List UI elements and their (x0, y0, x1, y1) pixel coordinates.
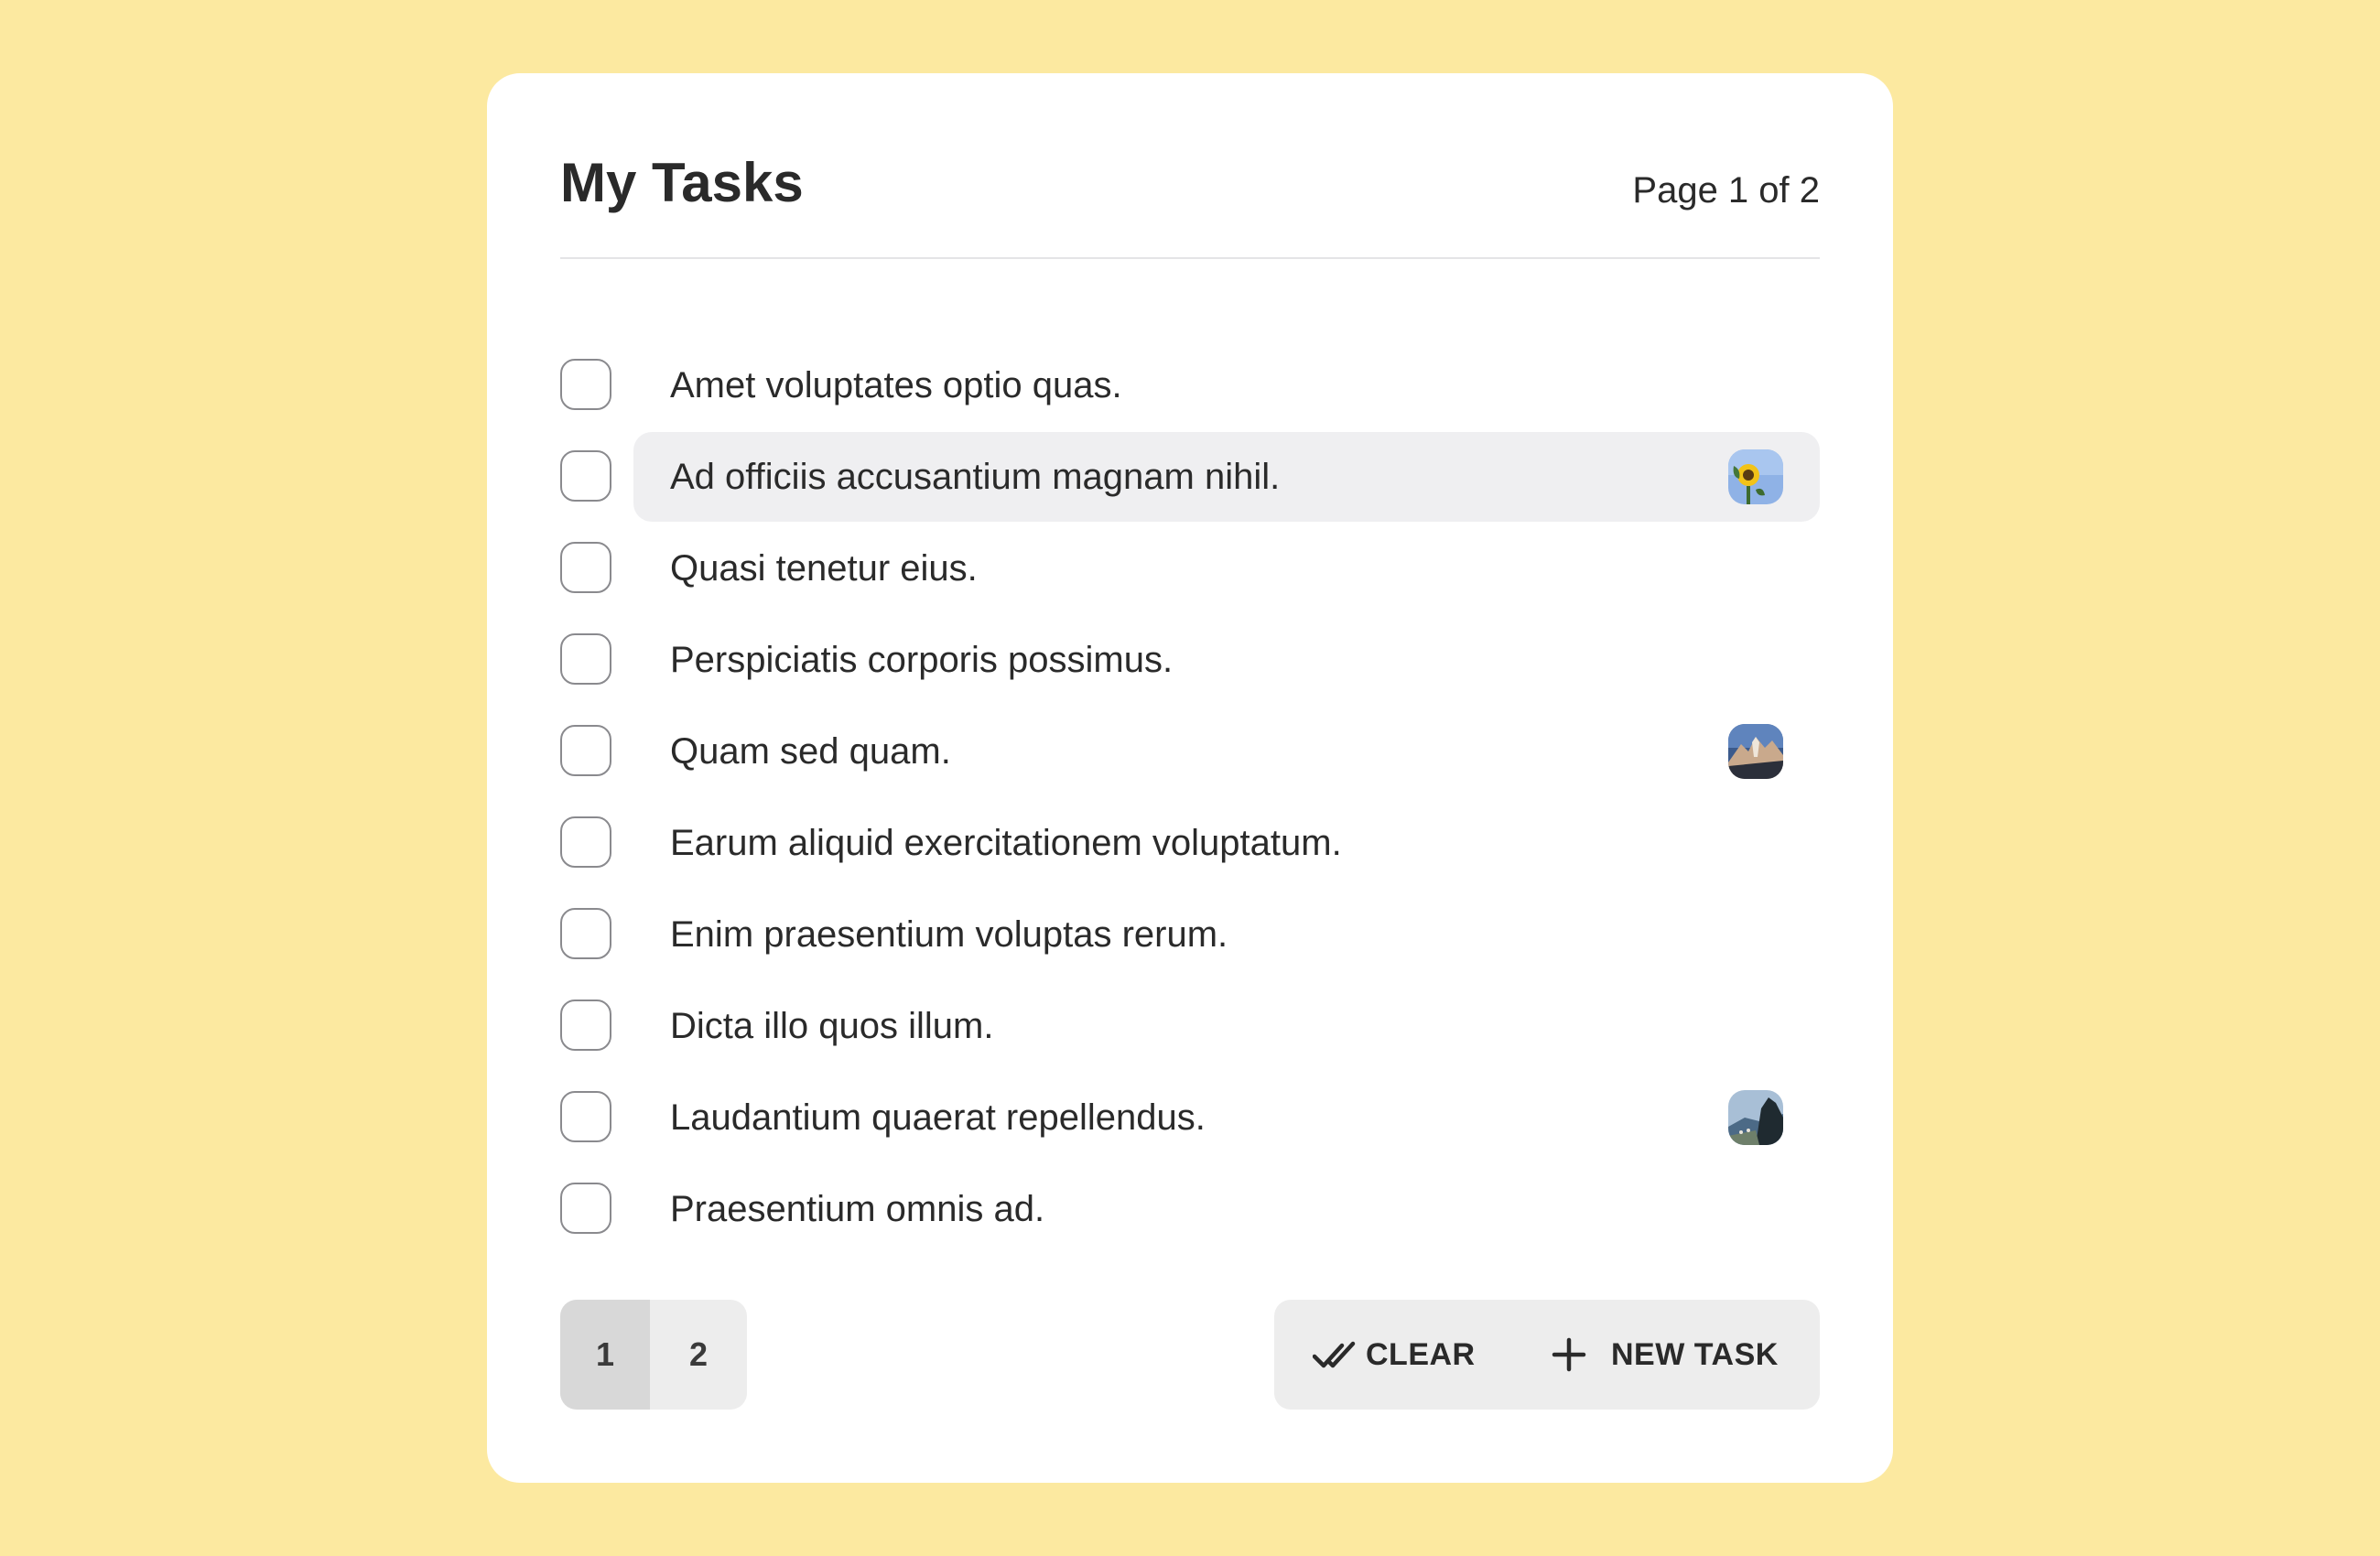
task-item[interactable]: Quam sed quam. (633, 707, 1820, 796)
task-row: Quasi tenetur eius. (560, 524, 1820, 615)
task-checkbox[interactable] (560, 816, 611, 868)
plus-icon (1551, 1336, 1587, 1373)
task-row: Quam sed quam. (560, 707, 1820, 798)
new-task-button[interactable]: NEW TASK (1551, 1300, 1798, 1410)
task-item[interactable]: Ad officiis accusantium magnam nihil. (633, 432, 1820, 522)
task-checkbox[interactable] (560, 1091, 611, 1142)
task-item[interactable]: Quasi tenetur eius. (633, 524, 1820, 613)
task-label: Praesentium omnis ad. (670, 1189, 1045, 1229)
task-row: Perspiciatis corporis possimus. (560, 615, 1820, 707)
task-checkbox[interactable] (560, 908, 611, 959)
task-item[interactable]: Earum aliquid exercitationem voluptatum. (633, 798, 1820, 888)
task-label: Quam sed quam. (670, 731, 951, 772)
task-row: Dicta illo quos illum. (560, 981, 1820, 1073)
task-row: Ad officiis accusantium magnam nihil. (560, 432, 1820, 524)
task-label: Ad officiis accusantium magnam nihil. (670, 457, 1281, 497)
coast-thumbnail[interactable] (1728, 1090, 1783, 1145)
mountain-thumbnail[interactable] (1728, 724, 1783, 779)
task-checkbox[interactable] (560, 725, 611, 776)
task-checkbox[interactable] (560, 542, 611, 593)
card-header: My Tasks Page 1 of 2 (560, 73, 1820, 259)
double-check-icon (1313, 1336, 1366, 1373)
task-label: Perspiciatis corporis possimus. (670, 640, 1174, 680)
clear-label: CLEAR (1366, 1336, 1476, 1372)
tasks-card: My Tasks Page 1 of 2 Amet voluptates opt… (487, 73, 1893, 1483)
task-label: Laudantium quaerat repellendus. (670, 1097, 1206, 1138)
task-row: Amet voluptates optio quas. (560, 340, 1820, 432)
task-checkbox[interactable] (560, 633, 611, 685)
task-item[interactable]: Laudantium quaerat repellendus. (633, 1073, 1820, 1162)
task-label: Earum aliquid exercitationem voluptatum. (670, 823, 1342, 863)
task-item[interactable]: Enim praesentium voluptas rerum. (633, 890, 1820, 979)
page-2-button[interactable]: 2 (650, 1300, 747, 1410)
task-item[interactable]: Dicta illo quos illum. (633, 981, 1820, 1071)
task-label: Enim praesentium voluptas rerum. (670, 914, 1228, 955)
task-label: Dicta illo quos illum. (670, 1006, 994, 1046)
task-row: Praesentium omnis ad. (560, 1164, 1820, 1256)
new-task-label: NEW TASK (1611, 1336, 1779, 1372)
pagination: 1 2 (560, 1300, 747, 1410)
task-list: Amet voluptates optio quas. Ad officiis … (560, 340, 1820, 1256)
task-checkbox[interactable] (560, 359, 611, 410)
task-item[interactable]: Perspiciatis corporis possimus. (633, 615, 1820, 705)
sunflower-thumbnail[interactable] (1728, 449, 1783, 504)
page-1-button[interactable]: 1 (560, 1300, 650, 1410)
task-checkbox[interactable] (560, 1000, 611, 1051)
task-label: Amet voluptates optio quas. (670, 365, 1122, 405)
action-bar: CLEAR NEW TASK (1274, 1300, 1820, 1410)
task-row: Earum aliquid exercitationem voluptatum. (560, 798, 1820, 890)
page-indicator: Page 1 of 2 (1632, 170, 1820, 211)
task-item[interactable]: Amet voluptates optio quas. (633, 340, 1820, 430)
task-row: Laudantium quaerat repellendus. (560, 1073, 1820, 1164)
task-row: Enim praesentium voluptas rerum. (560, 890, 1820, 981)
task-item[interactable]: Praesentium omnis ad. (633, 1164, 1820, 1254)
task-label: Quasi tenetur eius. (670, 548, 978, 589)
page-title: My Tasks (560, 152, 804, 213)
task-checkbox[interactable] (560, 1183, 611, 1234)
task-checkbox[interactable] (560, 450, 611, 502)
clear-button[interactable]: CLEAR (1313, 1300, 1477, 1410)
